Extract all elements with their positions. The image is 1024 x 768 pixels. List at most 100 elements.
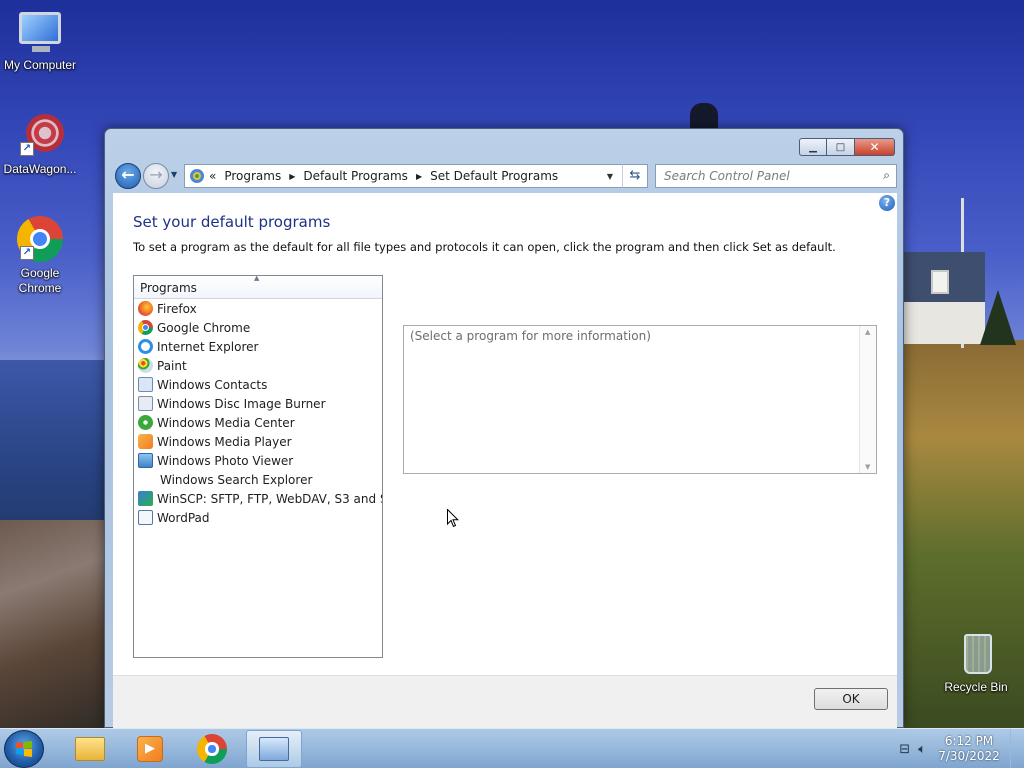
list-item-label: WordPad [157,510,210,525]
breadcrumb-overflow[interactable]: « [209,169,216,183]
media-center-icon [138,415,153,430]
list-item-label: Windows Media Center [157,415,295,430]
minimize-button[interactable]: ▁ [799,138,827,156]
content-pane: ? Set your default programs To set a pro… [113,193,897,675]
scroll-down-icon[interactable]: ▼ [865,463,870,471]
contacts-icon [138,377,153,392]
control-panel-icon [189,168,205,184]
desktop-icon-datawagon[interactable]: ↗ DataWagon... [0,112,80,177]
desktop-icon-my-computer[interactable]: My Computer [0,8,80,73]
chrome-icon [197,734,227,764]
page-description: To set a program as the default for all … [133,240,836,254]
dialog-footer: OK [113,675,897,729]
shortcut-arrow-icon: ↗ [20,142,34,156]
photo-viewer-icon [138,453,153,468]
programs-column-header[interactable]: ▲ Programs [134,274,382,299]
list-item[interactable]: Windows Photo Viewer [134,451,382,470]
shortcut-arrow-icon: ↗ [20,246,34,260]
datawagon-icon: ↗ [16,112,64,160]
caption-buttons: ▁ □ ✕ [799,138,895,156]
taskbar-media-player[interactable]: ▶ [122,730,178,768]
search-icon[interactable]: ⌕ [883,168,890,183]
list-item[interactable]: Windows Contacts [134,375,382,394]
list-item[interactable]: Paint [134,356,382,375]
folder-icon [75,737,105,761]
breadcrumb-default-programs[interactable]: Default Programs [303,169,408,183]
program-info-box[interactable]: (Select a program for more information) … [403,325,877,474]
list-item-label: Windows Photo Viewer [157,453,294,468]
address-dropdown-icon[interactable]: ▼ [607,172,613,181]
breadcrumb: « Programs ▶ Default Programs ▶ Set Defa… [209,169,558,183]
winscp-icon [138,491,153,506]
list-item-label: Google Chrome [157,320,251,335]
close-button[interactable]: ✕ [855,138,895,156]
media-player-icon: ▶ [137,736,163,762]
programs-list[interactable]: ▲ Programs Firefox Google Chrome Internet … [133,274,383,658]
list-item-label: Firefox [157,301,197,316]
list-item[interactable]: Windows Disc Image Burner [134,394,382,413]
page-title: Set your default programs [133,213,331,231]
clock-date: 7/30/2022 [938,749,1000,763]
maximize-button[interactable]: □ [827,138,855,156]
chevron-right-icon[interactable]: ▶ [289,172,295,181]
list-item[interactable]: Windows Media Center [134,413,382,432]
list-item-label: Windows Disc Image Burner [157,396,326,411]
wallpaper-lighthouse [690,103,718,131]
list-item[interactable]: Firefox [134,299,382,318]
list-item-label: WinSCP: SFTP, FTP, WebDAV, S3 and SC... [157,491,382,506]
media-player-icon [138,434,153,449]
taskbar-chrome[interactable] [184,730,240,768]
list-item-label: Internet Explorer [157,339,259,354]
info-scrollbar[interactable]: ▲ ▼ [859,326,876,473]
chevron-right-icon[interactable]: ▶ [416,172,422,181]
breadcrumb-set-default-programs[interactable]: Set Default Programs [430,169,558,183]
volume-icon[interactable]: 🔈︎ [918,742,926,757]
breadcrumb-programs[interactable]: Programs [224,169,281,183]
list-item[interactable]: Internet Explorer [134,337,382,356]
desktop-icon-label: DataWagon... [3,162,77,176]
start-button[interactable] [4,730,44,768]
show-desktop-button[interactable] [1010,729,1024,768]
desktop-icon-label: My Computer [3,58,77,72]
list-item[interactable]: Windows Search Explorer [134,470,382,489]
list-item-label: Windows Media Player [157,434,292,449]
list-item-label: Paint [157,358,187,373]
taskbar: ▶ ⊟ 🔈︎ 6:12 PM 7/30/2022 [0,728,1024,768]
list-item[interactable]: Windows Media Player [134,432,382,451]
mouse-cursor-icon [447,508,460,528]
windows-logo-icon [16,741,32,757]
computer-icon [16,8,64,56]
list-item[interactable]: WordPad [134,508,382,527]
program-info-placeholder: (Select a program for more information) [410,329,651,343]
chrome-icon: ↗ [16,216,64,264]
taskbar-control-panel[interactable] [246,730,302,768]
taskbar-explorer[interactable] [62,730,118,768]
wordpad-icon [138,510,153,525]
forward-button[interactable]: → [143,163,169,189]
list-item-label: Windows Contacts [157,377,268,392]
search-input[interactable]: Search Control Panel ⌕ [655,164,897,188]
search-placeholder: Search Control Panel [664,169,790,183]
list-item-label: Windows Search Explorer [160,472,313,487]
help-icon[interactable]: ? [879,195,895,211]
clock[interactable]: 6:12 PM 7/30/2022 [934,734,1004,764]
sort-ascending-icon: ▲ [254,274,260,282]
desktop-icon-label: Recycle Bin [944,680,1008,694]
list-item[interactable]: WinSCP: SFTP, FTP, WebDAV, S3 and SC... [134,489,382,508]
recycle-bin-icon [952,630,1000,678]
refresh-button[interactable]: ⇆ [622,164,648,188]
desktop-icon-label: Google Chrome [18,266,62,295]
chrome-icon [138,320,153,335]
recent-pages-dropdown[interactable]: ▼ [171,170,177,179]
back-button[interactable]: ← [115,163,141,189]
list-item[interactable]: Google Chrome [134,318,382,337]
disc-burner-icon [138,396,153,411]
desktop-icon-recycle-bin[interactable]: Recycle Bin [936,630,1016,695]
ok-button[interactable]: OK [814,688,888,710]
paint-icon [138,358,153,373]
network-icon[interactable]: ⊟ [899,742,910,757]
scroll-up-icon[interactable]: ▲ [865,328,870,336]
programs-header-label: Programs [140,281,197,295]
address-bar[interactable]: « Programs ▶ Default Programs ▶ Set Defa… [184,164,648,188]
desktop-icon-google-chrome[interactable]: ↗ Google Chrome [0,216,80,296]
